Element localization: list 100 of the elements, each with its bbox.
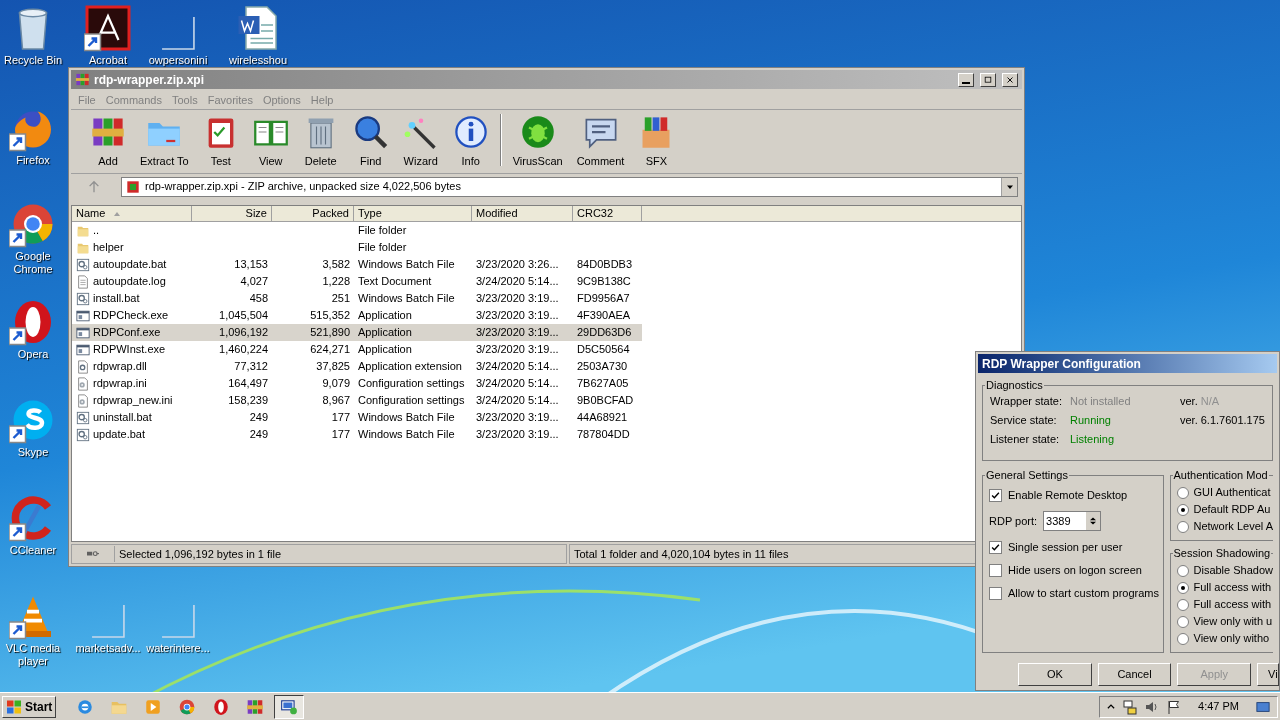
- file-row[interactable]: RDPConf.exe: [72, 324, 192, 341]
- checkbox[interactable]: [989, 563, 1002, 577]
- toolbar-button[interactable]: Add: [83, 113, 133, 169]
- radio-button[interactable]: [1176, 564, 1189, 577]
- file-name: install.bat: [93, 291, 140, 307]
- toolbar-button[interactable]: Delete: [295, 113, 346, 169]
- dropdown-button[interactable]: [1001, 177, 1017, 196]
- desktop-icon-label[interactable]: owpersonini: [148, 54, 208, 67]
- file-row[interactable]: rdpwrap.ini: [72, 375, 192, 392]
- checkbox-label[interactable]: Allow to start custom programs: [1008, 584, 1159, 602]
- table-cell-text: 515,352: [310, 308, 350, 324]
- radio-label[interactable]: Default RDP Au: [1193, 501, 1271, 518]
- table-cell-text: 177: [331, 427, 350, 443]
- start-button[interactable]: Start: [2, 695, 57, 718]
- file-row[interactable]: autoupdate.log: [72, 273, 192, 290]
- toolbar-button[interactable]: Wizard: [395, 113, 446, 169]
- file-row[interactable]: autoupdate.bat: [72, 256, 192, 273]
- checkbox[interactable]: [989, 488, 1002, 502]
- dialog-button[interactable]: Cancel: [1097, 663, 1172, 686]
- table-cell-text: Text Document: [358, 274, 432, 290]
- desktop-icon-label[interactable]: Google Chrome: [0, 250, 66, 276]
- desktop-icon-label[interactable]: wirelesshou: [228, 54, 288, 67]
- minimize-button[interactable]: [958, 72, 974, 87]
- checkbox-label[interactable]: Hide users on logon screen: [1008, 561, 1142, 579]
- toolbar-button[interactable]: Test: [195, 113, 246, 169]
- desktop-icon-label[interactable]: Recycle Bin: [3, 54, 63, 67]
- radio-label[interactable]: Disable Shadow: [1193, 562, 1273, 579]
- file-row[interactable]: update.bat: [72, 426, 192, 443]
- desktop-icon-label[interactable]: Acrobat: [89, 54, 127, 67]
- file-row[interactable]: uninstall.bat: [72, 409, 192, 426]
- close-button[interactable]: [1002, 72, 1018, 87]
- browser-e-icon: [76, 697, 95, 716]
- desktop-icon-label[interactable]: Skype: [17, 446, 49, 459]
- radio-button[interactable]: [1176, 503, 1189, 516]
- status-value: Not installed: [1070, 393, 1132, 409]
- radio-button[interactable]: [1176, 581, 1189, 594]
- file-row[interactable]: install.bat: [72, 290, 192, 307]
- toolbar-button[interactable]: Extract To: [133, 113, 196, 169]
- application-window-icon: [76, 342, 90, 357]
- radio-label[interactable]: View only with u: [1193, 613, 1273, 630]
- table-cell-text: D5C50564: [577, 342, 630, 358]
- file-name: ..: [93, 223, 100, 239]
- radio-label[interactable]: GUI Authenticat: [1193, 484, 1271, 501]
- toolbar-button[interactable]: VirusScan: [505, 113, 570, 169]
- column-header[interactable]: Type: [354, 206, 472, 222]
- table-cell-text: 1,228: [322, 274, 350, 290]
- radio-label[interactable]: Network Level A: [1193, 518, 1273, 535]
- table-cell-text: 9B0BCFAD: [577, 393, 634, 409]
- version-label: ver.: [1180, 412, 1198, 428]
- table-cell-text: 1,460,224: [219, 342, 268, 358]
- dialog-button[interactable]: OK: [1018, 663, 1092, 686]
- file-row[interactable]: RDPCheck.exe: [72, 307, 192, 324]
- radio-label[interactable]: Full access with: [1193, 596, 1272, 613]
- windows-flag-icon: [6, 698, 22, 715]
- toolbar-button[interactable]: Find: [345, 113, 396, 169]
- column-header[interactable]: CRC32: [573, 206, 642, 222]
- table-cell-text: 29DD63D6: [577, 325, 632, 341]
- radio-button[interactable]: [1176, 615, 1189, 628]
- file-name: helper: [93, 240, 124, 256]
- file-row[interactable]: rdpwrap_new.ini: [72, 392, 192, 409]
- address-field[interactable]: rdp-wrapper.zip.xpi - ZIP archive, unpacked size 4,022,506 bytes: [121, 176, 1018, 197]
- checkbox-label[interactable]: Single session per user: [1008, 538, 1123, 556]
- maximize-button[interactable]: [980, 72, 996, 87]
- version-label: ver.: [1180, 393, 1198, 409]
- table-cell-text: FD9956A7: [577, 291, 630, 307]
- file-row[interactable]: helper: [72, 239, 192, 256]
- toolbar-button[interactable]: SFX: [631, 113, 682, 169]
- radio-label[interactable]: Full access with: [1193, 579, 1272, 596]
- column-header[interactable]: Modified: [472, 206, 573, 222]
- radio-label[interactable]: View only witho: [1193, 630, 1270, 647]
- radio-button[interactable]: [1176, 486, 1189, 499]
- status-value: Running: [1070, 412, 1112, 428]
- maximize-icon: [983, 74, 993, 85]
- column-header[interactable]: Packed: [272, 206, 354, 222]
- file-row[interactable]: ..: [72, 222, 192, 239]
- desktop-icon-label[interactable]: Opera: [17, 348, 49, 361]
- table-cell-text: 521,890: [310, 325, 350, 341]
- column-header[interactable]: Name: [72, 206, 192, 222]
- taskbar-button[interactable]: [274, 694, 305, 719]
- port-field[interactable]: 3389: [1043, 511, 1102, 531]
- dialog-button[interactable]: Vi: [1257, 663, 1279, 686]
- gear-file-icon: [76, 410, 90, 425]
- file-name: RDPConf.exe: [93, 325, 161, 341]
- checkbox[interactable]: [989, 540, 1002, 554]
- file-row[interactable]: RDPWInst.exe: [72, 341, 192, 358]
- spin-button[interactable]: [1086, 512, 1101, 530]
- table-cell-text: 1,045,504: [219, 308, 268, 324]
- radio-button[interactable]: [1176, 632, 1189, 645]
- column-header[interactable]: Size: [192, 206, 272, 222]
- radio-button[interactable]: [1176, 598, 1189, 611]
- toolbar-button[interactable]: Comment: [569, 113, 632, 169]
- checkbox[interactable]: [989, 586, 1002, 600]
- checkbox-label[interactable]: Enable Remote Desktop: [1008, 486, 1128, 504]
- table-cell-text: 3/23/2020 3:19...: [476, 308, 559, 324]
- radio-button[interactable]: [1176, 520, 1189, 533]
- toolbar-button[interactable]: View: [245, 113, 296, 169]
- file-row[interactable]: rdpwrap.dll: [72, 358, 192, 375]
- version-value: 6.1.7601.175: [1200, 412, 1265, 428]
- desktop-icon-label[interactable]: Firefox: [16, 154, 50, 167]
- toolbar-button[interactable]: Info: [445, 113, 496, 169]
